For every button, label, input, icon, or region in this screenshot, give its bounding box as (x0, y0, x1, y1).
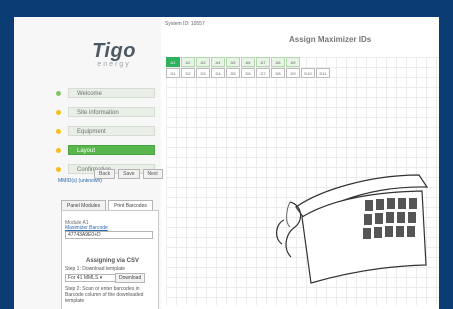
module-cell[interactable]: D9 (286, 68, 300, 78)
page-content: Tigo energy Welcome Site information Equ… (14, 17, 439, 309)
sidebar-item-label: Site information (77, 110, 119, 116)
sidebar-item-label: Welcome (77, 91, 102, 97)
module-cell[interactable]: D10 (301, 68, 315, 78)
module-cell[interactable]: A4 (211, 57, 225, 67)
sidebar-item-site-information[interactable]: Site information (56, 107, 155, 117)
chevron-down-icon: ▾ (99, 275, 103, 281)
status-dot-icon (56, 110, 61, 115)
status-dot-icon (56, 91, 61, 96)
download-button[interactable]: Download (115, 273, 146, 283)
module-cell[interactable]: A2 (181, 57, 195, 67)
app-frame: Tigo energy Welcome Site information Equ… (0, 0, 453, 309)
template-select[interactable]: For 41 MMLS ▾ (65, 274, 116, 282)
template-select-value: For 41 MMLS (68, 275, 99, 281)
barcode-input[interactable]: 47743A9E0+D (65, 231, 153, 239)
step-1: Step 1: Download template (65, 266, 126, 272)
status-dot-icon (56, 167, 61, 172)
wizard-buttons: Back Save Next (94, 169, 163, 179)
sidebar: Tigo energy Welcome Site information Equ… (14, 17, 163, 309)
layout-canvas: System ID: 10557 Assign Maximizer IDs A1… (161, 17, 439, 309)
module-cell[interactable]: A1 (166, 57, 180, 67)
sidebar-item-equipment[interactable]: Equipment (56, 126, 155, 136)
module-cell[interactable]: D1 (166, 68, 180, 78)
page-title: Assign Maximizer IDs (289, 35, 372, 44)
system-id: System ID: 10557 (165, 21, 205, 27)
sidebar-item-label: Layout (77, 148, 96, 154)
logo-main: Tigo (92, 40, 136, 62)
status-dot-icon (56, 129, 61, 134)
module-cell[interactable]: A3 (196, 57, 210, 67)
tigo-logo: Tigo energy (84, 40, 144, 68)
sidebar-item-welcome[interactable]: Welcome (56, 88, 155, 98)
unknown-link[interactable]: MMID(s) (unknown) (58, 178, 102, 184)
module-cell[interactable]: D7 (256, 68, 270, 78)
save-button[interactable]: Save (118, 169, 140, 179)
module-cell[interactable]: A9 (286, 57, 300, 67)
module-cell[interactable]: A7 (256, 57, 270, 67)
module-cell[interactable]: D11 (316, 68, 330, 78)
module-cell[interactable]: D8 (271, 68, 285, 78)
module-cell[interactable]: D2 (181, 68, 195, 78)
module-cell[interactable]: A8 (271, 57, 285, 67)
module-row-d: D1 D2 D3 D4 D5 D6 D7 D8 D9 D10 D11 (166, 68, 331, 78)
module-cell[interactable]: A5 (226, 57, 240, 67)
step-2: Step 2: Scan or enter barcodes in Barcod… (65, 286, 144, 304)
sidebar-item-label: Equipment (77, 129, 106, 135)
module-cell[interactable]: D6 (241, 68, 255, 78)
barcode-panel: Module A1 Maximizer Barcode 47743A9E0+D … (61, 210, 159, 309)
csv-heading: Assigning via CSV (86, 258, 140, 264)
status-dot-icon (56, 148, 61, 153)
sidebar-item-layout[interactable]: Layout (56, 145, 155, 155)
module-cell[interactable]: D3 (196, 68, 210, 78)
module-cell[interactable]: A6 (241, 57, 255, 67)
module-cell[interactable]: D5 (226, 68, 240, 78)
solar-panel-illustration-icon (276, 174, 429, 284)
module-row-a: A1 A2 A3 A4 A5 A6 A7 A8 A9 (166, 57, 301, 67)
module-cell[interactable]: D4 (211, 68, 225, 78)
next-button[interactable]: Next (142, 169, 163, 179)
